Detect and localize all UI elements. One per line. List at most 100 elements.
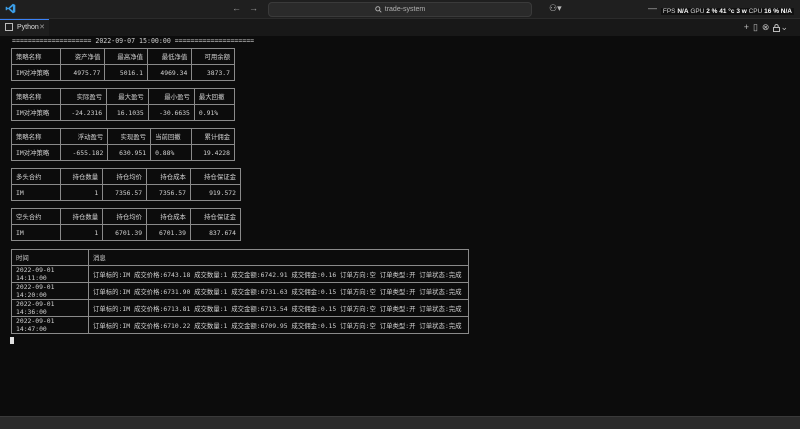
status-bar (0, 416, 800, 429)
table-cell: 2022-09-01 14:36:00 (11, 299, 89, 317)
table-cell: -655.182 (59, 144, 109, 161)
table-cell: IM对冲策略 (11, 144, 61, 161)
table-cell: 0.88% (150, 144, 193, 161)
table-header-cell: 持仓保证金 (189, 168, 242, 185)
table-cell: 2022-09-01 14:11:00 (11, 265, 89, 283)
table-cell: -24.2316 (59, 104, 108, 121)
nav-arrows: ←→ (232, 3, 266, 13)
table-cell: 6701.39 (102, 224, 148, 241)
gpu-label: GPU (690, 8, 705, 15)
close-icon[interactable]: ✕ (39, 20, 45, 36)
table-cell: -30.6635 (147, 104, 195, 121)
terminal-panel[interactable]: ==================== 2022-09-07 15:00:00… (0, 36, 800, 416)
back-arrow-icon[interactable]: ← (232, 3, 249, 13)
table-header-cell: 持仓数量 (59, 168, 104, 185)
chevron-down-icon[interactable]: ⌄ (780, 22, 792, 32)
net-value-table: 策略名称 资产净值 最高净值 最低净值 可用余额 IM对冲策略 4975.77 … (11, 48, 235, 81)
table-header-cell: 持仓成本 (146, 168, 191, 185)
table-cell: 837.674 (189, 224, 242, 241)
table-header-cell: 最大盈亏 (106, 88, 149, 105)
table-header-cell: 持仓数量 (59, 208, 104, 225)
table-header-cell: 持仓成本 (146, 208, 191, 225)
table-header-cell: 累计佣金 (191, 128, 235, 145)
table-header-cell: 多头合约 (11, 168, 61, 185)
table-cell: 630.951 (107, 144, 152, 161)
table-header-cell: 实现盈亏 (107, 128, 152, 145)
table-header-cell: 可用余额 (191, 48, 235, 65)
table-cell: 2022-09-01 14:20:00 (11, 282, 89, 300)
table-header-cell: 持仓均价 (102, 208, 148, 225)
minimize-icon[interactable]: — (648, 3, 657, 13)
cpu-label: CPU (748, 8, 763, 15)
table-row: 2022-09-01 14:11:00 订单标的:IM 成交价格:6743.18… (11, 265, 469, 283)
table-header-cell: 最低净值 (146, 48, 193, 65)
floating-pnl-table: 策略名称 浮动盈亏 实现盈亏 当前回撤 累计佣金 IM对冲策略 -655.182… (11, 128, 235, 161)
table-cell: IM对冲策略 (11, 104, 61, 121)
fps-label: FPS (662, 8, 676, 15)
tab-bar: Python ✕ +▯⊗ ⌄ (0, 19, 800, 37)
table-cell: 7356.57 (146, 184, 191, 201)
cpu-value: 16 % (764, 8, 779, 15)
table-cell: 16.1035 (106, 104, 149, 121)
table-cell: IM (11, 184, 61, 201)
long-position-table: 多头合约 持仓数量 持仓均价 持仓成本 持仓保证金 IM 1 7356.57 7… (11, 168, 242, 201)
table-cell: 919.572 (189, 184, 242, 201)
table-header-cell: 浮动盈亏 (59, 128, 109, 145)
table-header-cell: 空头合约 (11, 208, 61, 225)
table-header-cell: 实际盈亏 (59, 88, 108, 105)
table-header-cell: 消息 (88, 249, 469, 266)
short-position-table: 空头合约 持仓数量 持仓均价 持仓成本 持仓保证金 IM 1 6701.39 6… (11, 208, 242, 241)
table-cell: 0.91% (193, 104, 236, 121)
table-header-cell: 持仓均价 (102, 168, 148, 185)
table-header-cell: 资产净值 (59, 48, 106, 65)
window-controls: — (648, 3, 657, 13)
command-center-text: trade-system (384, 6, 426, 13)
terminal-header-line: ==================== 2022-09-07 15:00:00… (12, 37, 255, 45)
add-icon[interactable]: + (744, 22, 753, 32)
table-header-cell: 最大回撤 (193, 88, 236, 105)
tab-actions: +▯⊗ ⌄ (744, 22, 792, 33)
table-cell: IM对冲策略 (11, 64, 61, 81)
table-row: 2022-09-01 14:20:00 订单标的:IM 成交价格:6731.90… (11, 282, 469, 300)
terminal-cursor (10, 337, 14, 344)
table-cell: 2022-09-01 14:47:00 (11, 316, 89, 334)
pnl-table: 策略名称 实际盈亏 最大盈亏 最小盈亏 最大回撤 IM对冲策略 -24.2316… (11, 88, 236, 121)
table-header-cell: 策略名称 (11, 128, 61, 145)
table-row: 2022-09-01 14:47:00 订单标的:IM 成交价格:6710.22… (11, 316, 469, 334)
table-header-cell: 持仓保证金 (189, 208, 242, 225)
table-row: 2022-09-01 14:36:00 订单标的:IM 成交价格:6713.81… (11, 299, 469, 317)
table-cell: 7356.57 (102, 184, 148, 201)
performance-overlay: FPS N/A GPU 2 % 41 °c 3 w CPU 16 % N/A (660, 8, 794, 15)
fps-value: N/A (677, 8, 689, 15)
table-cell: 5016.1 (104, 64, 148, 81)
search-icon (375, 5, 382, 13)
table-cell: 3873.7 (191, 64, 235, 81)
command-center-search[interactable]: trade-system (268, 2, 532, 17)
order-log-table: 时间 消息 2022-09-01 14:11:00 订单标的:IM 成交价格:6… (11, 249, 469, 334)
copilot-icon[interactable]: ⚇▾ (549, 3, 562, 14)
tab-python[interactable]: Python ✕ (0, 19, 49, 36)
table-header-cell: 策略名称 (11, 88, 61, 105)
table-cell: 1 (59, 184, 104, 201)
title-bar: ←→ trade-system ⚇▾ — FPS N/A GPU 2 % 41 … (0, 0, 800, 19)
terminal-icon (5, 23, 13, 32)
table-header-cell: 当前回撤 (150, 128, 193, 145)
table-header-cell: 策略名称 (11, 48, 61, 65)
forward-arrow-icon[interactable]: → (249, 3, 266, 13)
table-cell: 4975.77 (59, 64, 106, 81)
table-header-cell: 时间 (11, 249, 89, 266)
close-panel-icon[interactable]: ⊗ (762, 22, 774, 32)
table-cell: 订单标的:IM 成交价格:6713.81 成交数量:1 成交金额:6713.54… (88, 299, 469, 317)
tab-python-label: Python (17, 24, 39, 31)
table-cell: 订单标的:IM 成交价格:6731.90 成交数量:1 成交金额:6731.63… (88, 282, 469, 300)
split-icon[interactable]: ▯ (753, 22, 762, 32)
gpu-value: 2 % 41 °c 3 w (706, 8, 747, 15)
table-cell: 订单标的:IM 成交价格:6743.18 成交数量:1 成交金额:6742.91… (88, 265, 469, 283)
table-cell: 1 (59, 224, 104, 241)
table-header-cell: 最小盈亏 (147, 88, 195, 105)
table-header-cell: 最高净值 (104, 48, 148, 65)
table-cell: 19.4228 (191, 144, 235, 161)
table-cell: 订单标的:IM 成交价格:6710.22 成交数量:1 成交金额:6709.95… (88, 316, 469, 334)
vscode-logo-icon (5, 3, 16, 14)
table-cell: 4969.34 (146, 64, 193, 81)
